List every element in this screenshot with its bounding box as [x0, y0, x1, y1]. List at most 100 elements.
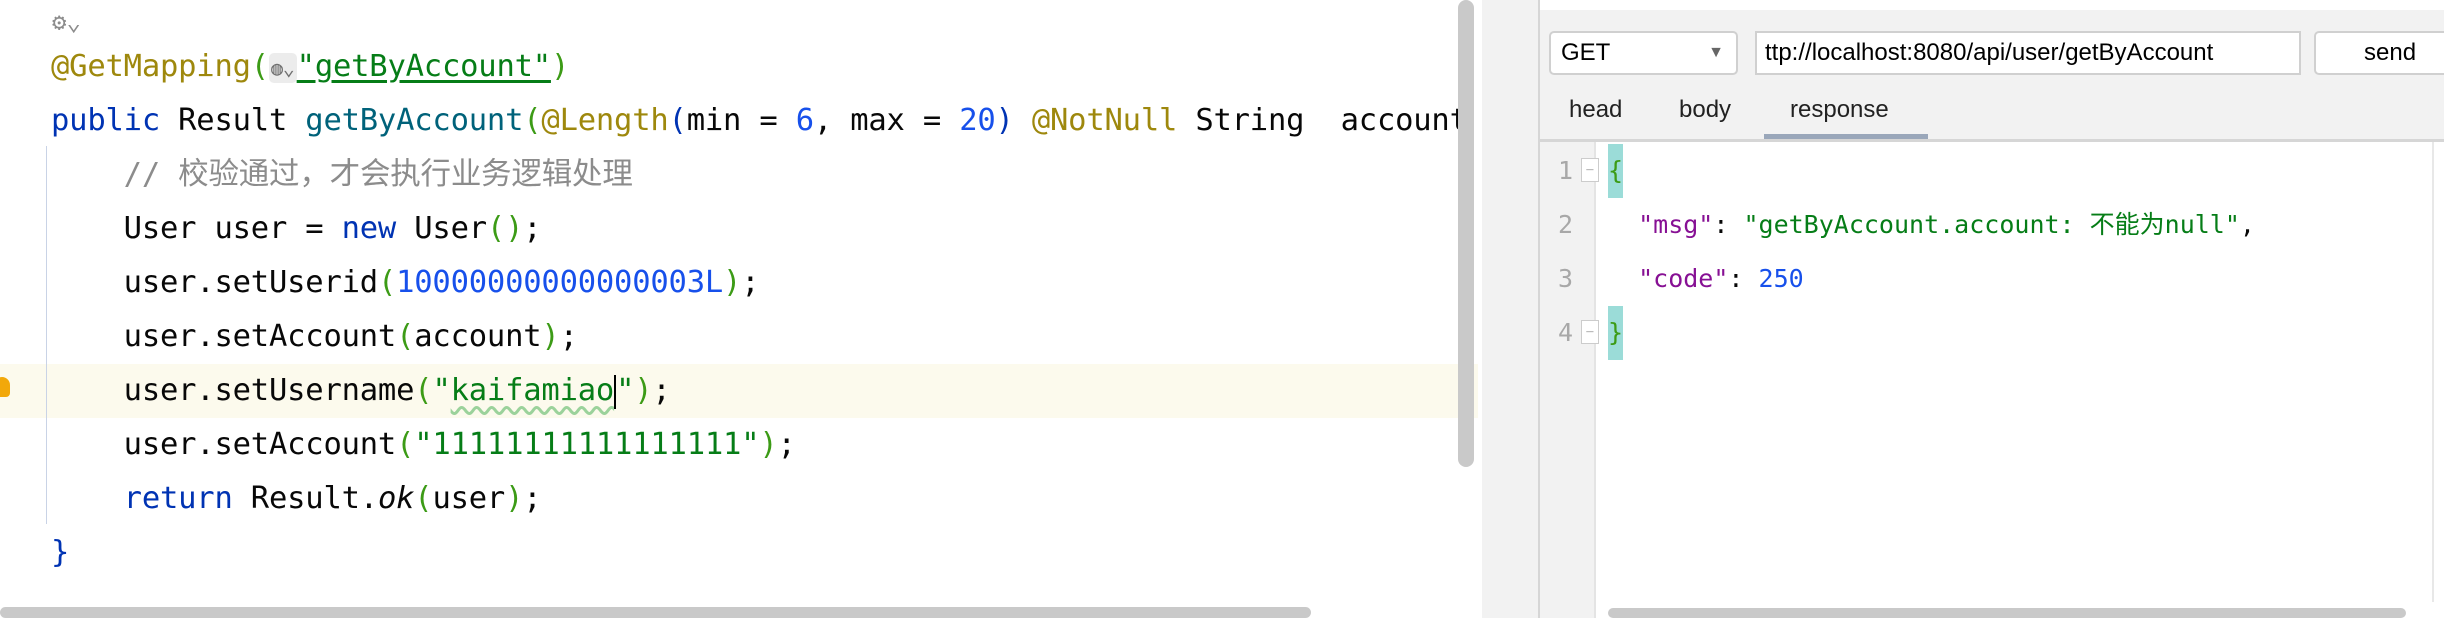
json-token: "msg"	[1608, 210, 1714, 239]
code-editor[interactable]: ⚙⌄ @GetMapping(◍⌄"getByAccount") public R…	[0, 0, 1478, 618]
json-token: :	[1713, 210, 1744, 239]
json-token: "getByAccount.account: 不能为null"	[1743, 210, 2240, 239]
response-viewer[interactable]: 1234 { "msg": "getByAccount.account: 不能为…	[1544, 142, 2444, 618]
code-token: ;	[741, 265, 760, 300]
code-token: )	[995, 103, 1032, 138]
code-line: return Result.ok(user);	[51, 472, 542, 526]
line-number: 3	[1558, 264, 1574, 293]
code-token: )	[634, 373, 653, 408]
code-token: ;	[652, 373, 671, 408]
method-select[interactable]: GET ▼	[1549, 31, 1738, 75]
code-line: user.setAccount("11111111111111111");	[51, 418, 796, 472]
code-line: // 校验通过，才会执行业务逻辑处理	[51, 148, 633, 202]
bean-gutter-icon[interactable]: ⚙⌄	[52, 8, 81, 36]
code-line: public Result getByAccount(@Length(min =…	[51, 94, 1468, 148]
json-token: 250	[1758, 264, 1804, 293]
code-token: ;	[523, 211, 542, 246]
code-token: 10000000000000003L	[396, 265, 724, 300]
lightbulb-icon[interactable]	[0, 377, 10, 397]
json-token: "code"	[1608, 264, 1729, 293]
code-line: user.setUserid(10000000000000003L);	[51, 256, 760, 310]
code-token: (	[396, 319, 415, 354]
splitter[interactable]	[1478, 0, 1542, 618]
code-token: ;	[777, 427, 796, 462]
tab-response[interactable]: response	[1790, 96, 1889, 124]
code-token: (	[523, 103, 542, 138]
code-token: user.setAccount	[51, 319, 397, 354]
json-token: }	[1608, 306, 1624, 360]
line-number: 2	[1558, 210, 1574, 239]
code-token: public	[51, 103, 179, 138]
response-horizontal-scrollbar[interactable]	[1608, 608, 2406, 618]
code-token: @GetMapping	[51, 49, 251, 84]
code-token: (	[668, 103, 687, 138]
code-token: }	[51, 535, 70, 570]
code-line: user.setAccount(account);	[51, 310, 578, 364]
code-token: (	[377, 265, 397, 300]
code-token: (	[414, 481, 433, 516]
code-token: ;	[523, 481, 542, 516]
code-token: User	[414, 211, 487, 246]
url-input[interactable]: ttp://localhost:8080/api/user/getByAccou…	[1755, 31, 2301, 75]
response-line: "msg": "getByAccount.account: 不能为null",	[1608, 198, 2255, 252]
code-token: @Length	[541, 103, 669, 138]
code-token: "getByAccount"	[296, 49, 551, 84]
code-token: "	[616, 373, 635, 408]
code-token: (	[414, 373, 433, 408]
code-token: min =	[686, 103, 796, 138]
code-token: )	[723, 265, 742, 300]
code-token: account	[414, 319, 542, 354]
response-line: }	[1608, 306, 1624, 360]
code-token: )	[541, 319, 560, 354]
json-token: :	[1728, 264, 1759, 293]
code-token: (	[250, 49, 269, 84]
dropdown-arrow-icon: ▼	[1708, 44, 1724, 61]
code-token: @NotNull	[1031, 103, 1196, 138]
indent-guide	[46, 146, 47, 524]
line-number-gutter: 1234	[1544, 142, 1596, 618]
code-token: return	[51, 481, 251, 516]
code-token: "11111111111111111"	[414, 427, 760, 462]
tab-head[interactable]: head	[1569, 96, 1622, 124]
code-token: )	[550, 49, 570, 84]
code-token: String account	[1195, 103, 1468, 138]
json-token: {	[1608, 144, 1624, 198]
code-token: ok	[377, 481, 415, 516]
json-token: ,	[2239, 210, 2255, 239]
code-token: )	[759, 427, 778, 462]
code-token: "	[432, 373, 451, 408]
tab-body[interactable]: body	[1679, 96, 1731, 124]
code-token: )	[505, 481, 524, 516]
code-token: kaifamiao	[450, 373, 615, 408]
editor-vertical-scrollbar[interactable]	[1458, 0, 1474, 467]
code-token: Result.	[250, 481, 378, 516]
code-token: user.setUsername	[51, 373, 415, 408]
fold-icon[interactable]: −	[1581, 158, 1599, 182]
code-line: User user = new User();	[51, 202, 542, 256]
code-line: user.setUsername("kaifamiao");	[51, 364, 671, 418]
code-token: user	[432, 481, 506, 516]
code-token: User user =	[51, 211, 342, 246]
code-token: user.setAccount	[51, 427, 397, 462]
http-client-panel: GET ▼ ttp://localhost:8080/api/user/getB…	[1538, 0, 2444, 618]
code-token: ()	[486, 211, 524, 246]
code-token: getByAccount	[305, 103, 524, 138]
code-token: 6	[795, 103, 814, 138]
code-token: 20	[959, 103, 996, 138]
code-token: user.setUserid	[51, 265, 378, 300]
send-button[interactable]: send	[2314, 31, 2444, 75]
editor-horizontal-scrollbar[interactable]	[0, 607, 1311, 618]
code-token: // 校验通过，才会执行业务逻辑处理	[51, 157, 633, 192]
code-line: @GetMapping(◍⌄"getByAccount")	[51, 40, 569, 94]
code-token: new	[341, 211, 415, 246]
fold-icon[interactable]: −	[1581, 320, 1599, 344]
code-token: Result	[178, 103, 306, 138]
code-line: }	[51, 526, 69, 580]
code-token: ;	[559, 319, 578, 354]
globe-icon[interactable]: ◍⌄	[268, 52, 297, 83]
response-line: "code": 250	[1608, 252, 1804, 306]
response-line: {	[1608, 144, 1624, 198]
code-token: (	[396, 427, 415, 462]
code-token: , max =	[813, 103, 960, 138]
method-value: GET	[1561, 39, 1611, 66]
